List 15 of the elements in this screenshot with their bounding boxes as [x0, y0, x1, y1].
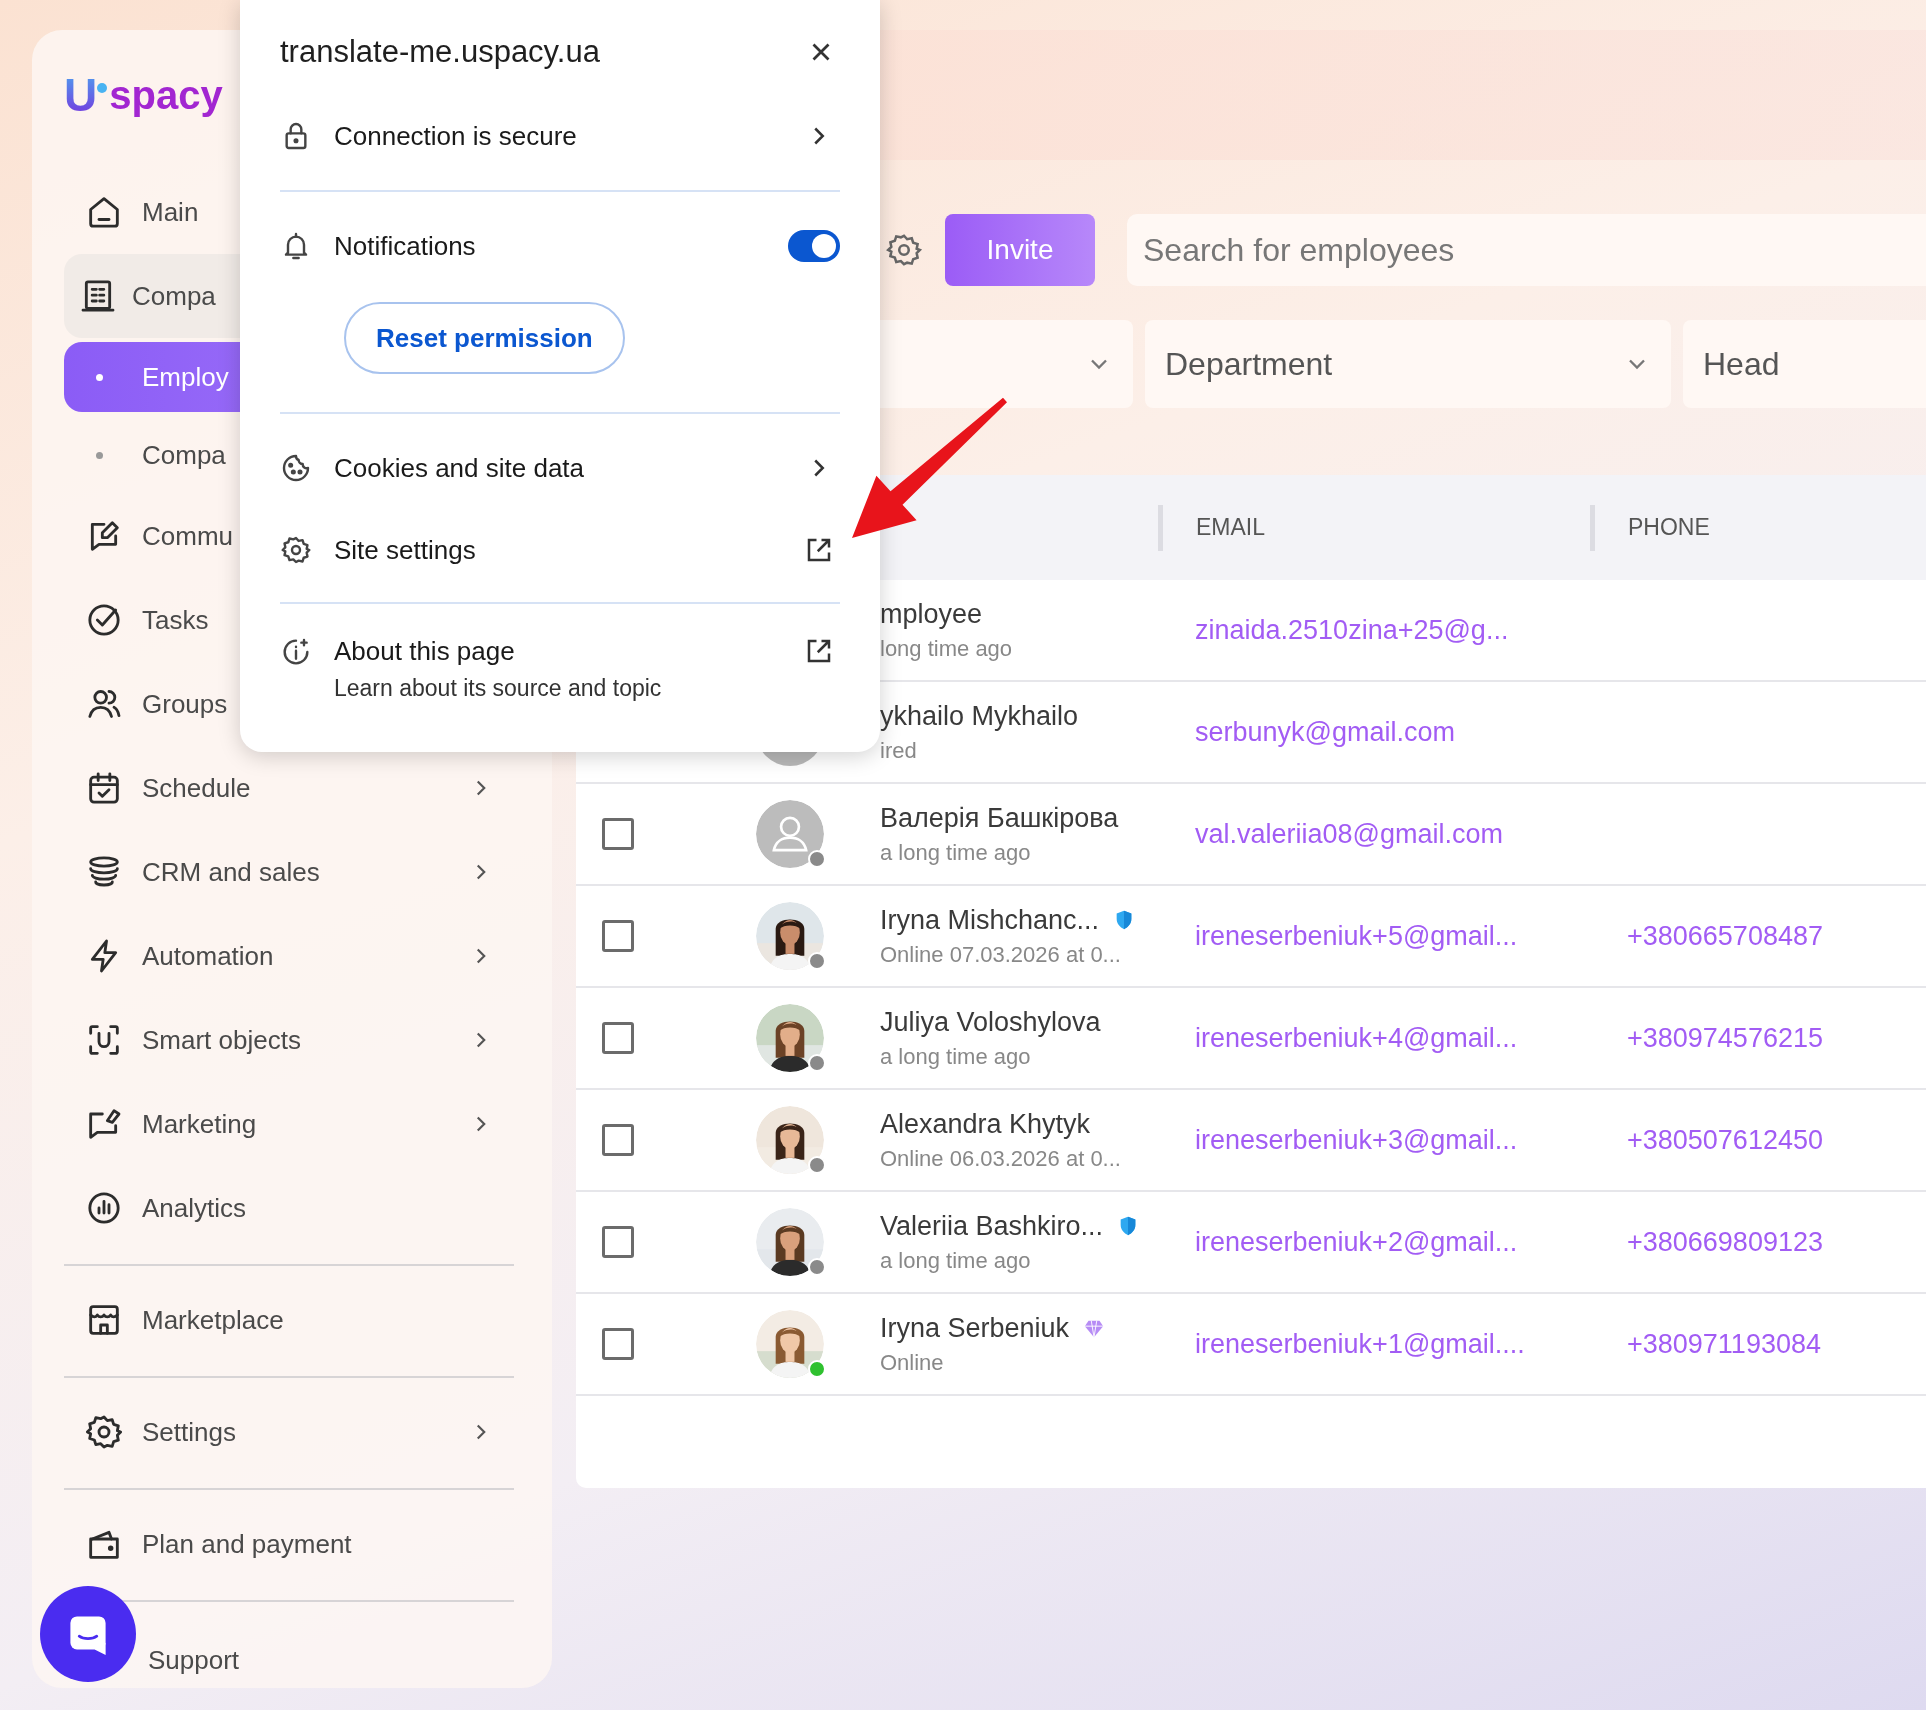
status-text: ired — [880, 737, 918, 764]
status-text: a long time ago — [880, 1043, 1032, 1070]
menu-label: About this page — [334, 636, 516, 667]
status-text: Online — [880, 1349, 945, 1376]
popup-title: translate-me.uspacy.ua — [280, 34, 600, 70]
status-text: long time ago — [880, 635, 1014, 662]
menu-label: Notifications — [334, 230, 477, 262]
status-text: Online 06.03.2026 at 0... — [880, 1145, 1122, 1172]
menu-label: Site settings — [334, 534, 477, 566]
status-text: a long time ago — [880, 839, 1032, 866]
status-text: a long time ago — [880, 1247, 1032, 1274]
menu-description: Learn about its source and topic — [334, 675, 663, 702]
status-text: Online 07.03.2026 at 0... — [880, 941, 1122, 968]
menu-label: Cookies and site data — [334, 452, 586, 484]
menu-label: Connection is secure — [334, 120, 578, 152]
